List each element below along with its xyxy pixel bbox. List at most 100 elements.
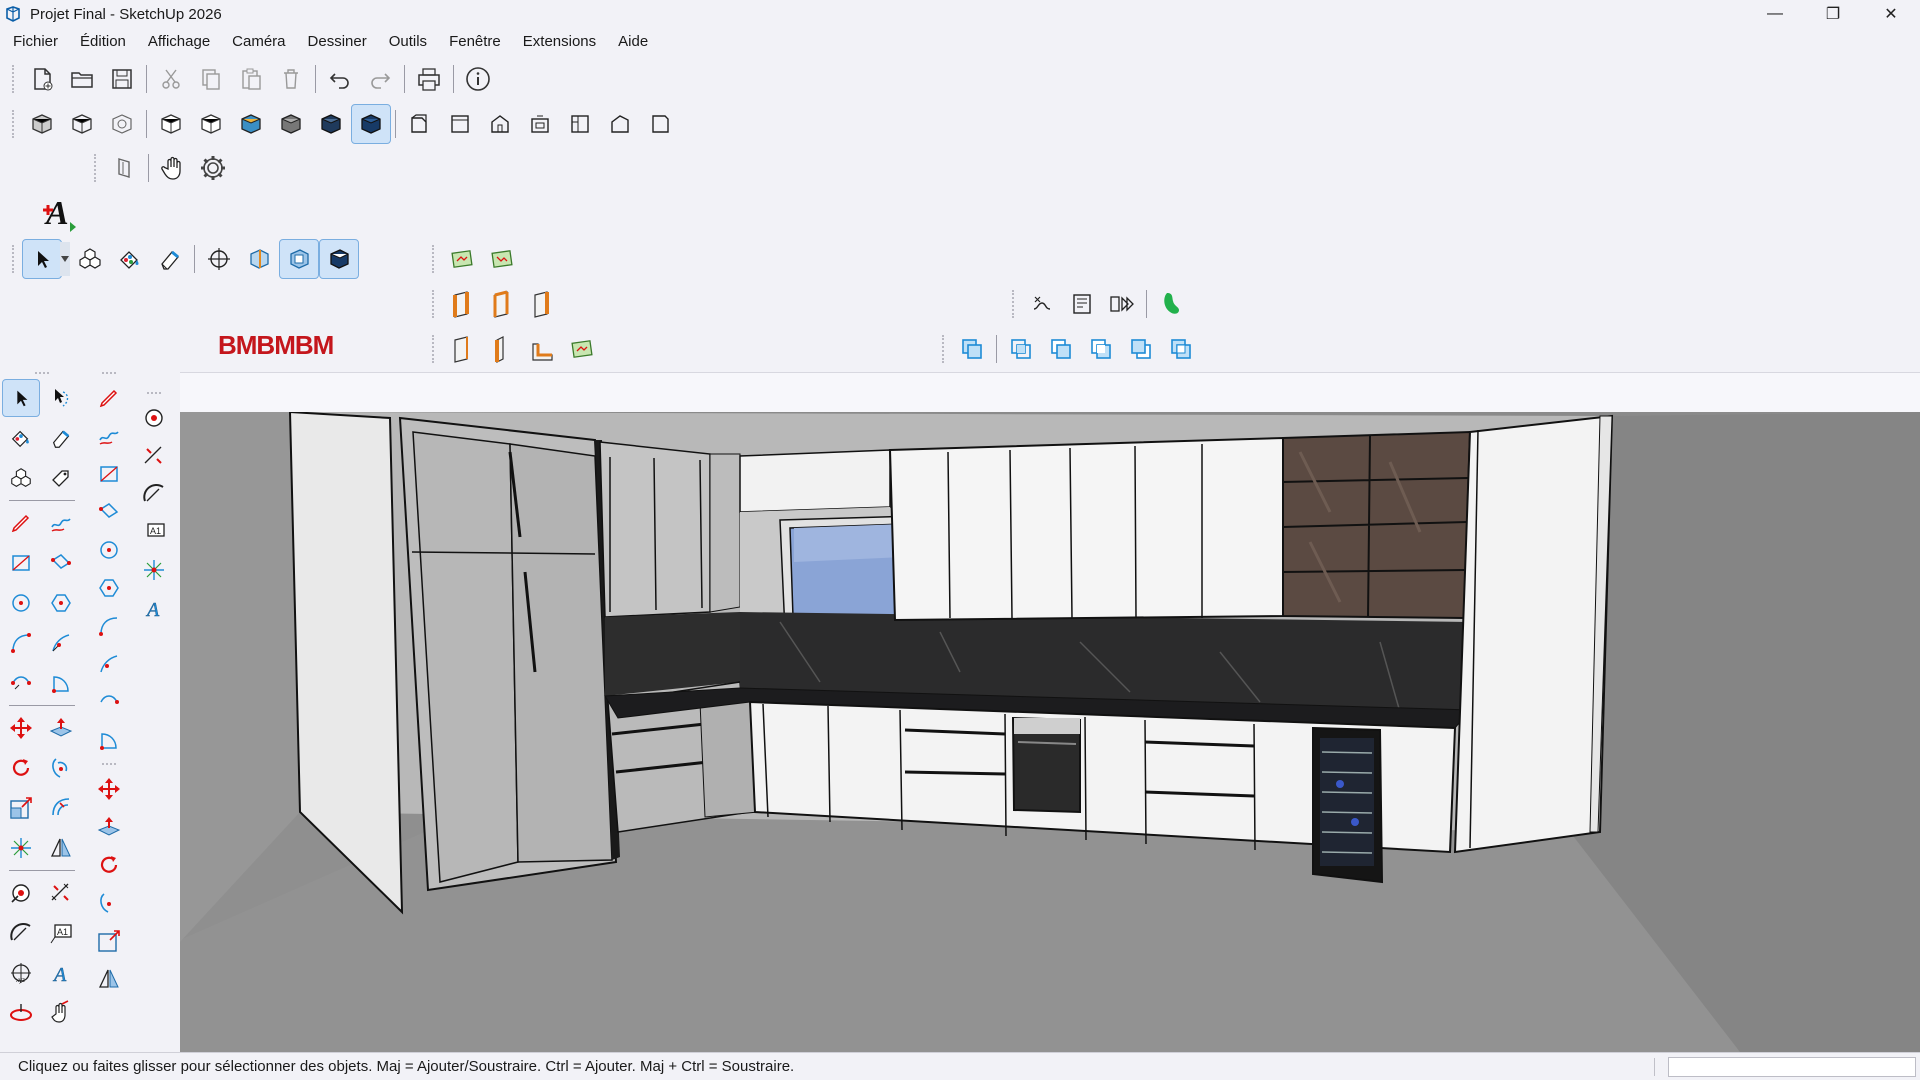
tape-tool-icon[interactable]: [135, 399, 173, 437]
line-tool-icon[interactable]: [90, 379, 128, 417]
bm-plugin-logo[interactable]: BMBMBM: [218, 330, 334, 361]
new-file-icon[interactable]: [22, 59, 62, 99]
palette-grip[interactable]: [102, 763, 116, 766]
rotate-tool-icon[interactable]: [90, 846, 128, 884]
close-button[interactable]: ✕: [1862, 0, 1920, 28]
pan-hand-icon[interactable]: [153, 148, 193, 188]
intersect-icon[interactable]: [1001, 329, 1041, 369]
hidden-line-icon[interactable]: [151, 104, 191, 144]
back-edges-icon[interactable]: [62, 104, 102, 144]
panel-double-icon[interactable]: [482, 284, 522, 324]
menu-fichier[interactable]: Fichier: [0, 33, 67, 50]
left-view-icon[interactable]: [600, 104, 640, 144]
pie-icon[interactable]: [42, 664, 80, 702]
wireframe-style-icon[interactable]: [102, 104, 142, 144]
split-icon[interactable]: [1161, 329, 1201, 369]
toolbar-grip[interactable]: [432, 335, 436, 363]
polygon-tool-icon[interactable]: [90, 569, 128, 607]
toolbar-grip[interactable]: [12, 110, 16, 138]
subtract-icon[interactable]: [1081, 329, 1121, 369]
iso-view-icon[interactable]: [400, 104, 440, 144]
palette-grip[interactable]: [147, 392, 161, 395]
right-view-icon[interactable]: [520, 104, 560, 144]
pie-tool-icon[interactable]: [90, 721, 128, 759]
rotated-rectangle-icon[interactable]: [42, 544, 80, 582]
toolbar-grip[interactable]: [432, 245, 436, 273]
plugin-green-c-icon[interactable]: [562, 329, 602, 369]
menu-extensions[interactable]: Extensions: [510, 33, 605, 50]
toolbar-grip[interactable]: [432, 290, 436, 318]
bottom-view-icon[interactable]: [640, 104, 680, 144]
green-bean-icon[interactable]: [1151, 284, 1191, 324]
polygon-icon[interactable]: [42, 584, 80, 622]
copy-icon[interactable]: [191, 59, 231, 99]
panel-side-icon[interactable]: [442, 329, 482, 369]
lasso-select-icon[interactable]: [42, 379, 80, 417]
two-point-arc-icon[interactable]: [42, 624, 80, 662]
mirror-tool-icon[interactable]: [90, 960, 128, 998]
circle-tool-icon[interactable]: [90, 531, 128, 569]
menu-dessiner[interactable]: Dessiner: [295, 33, 376, 50]
palette-select-icon[interactable]: [2, 379, 40, 417]
model-info-icon[interactable]: [458, 59, 498, 99]
toolbar-grip[interactable]: [942, 335, 946, 363]
measurements-box[interactable]: [1668, 1057, 1916, 1077]
three-point-arc-icon[interactable]: [2, 664, 40, 702]
three-point-arc-tool-icon[interactable]: [90, 683, 128, 721]
palette-grip[interactable]: [102, 372, 116, 375]
panel-right-icon[interactable]: [522, 284, 562, 324]
toolbar-grip[interactable]: [1012, 290, 1016, 318]
axes-icon[interactable]: xyz: [2, 954, 40, 992]
print-icon[interactable]: [409, 59, 449, 99]
3d-text-icon[interactable]: A: [42, 954, 80, 992]
font-extension-icon[interactable]: A: [40, 192, 86, 239]
open-folder-icon[interactable]: [62, 59, 102, 99]
menu-fenetre[interactable]: Fenêtre: [436, 33, 510, 50]
palette-component-icon[interactable]: [2, 459, 40, 497]
make-component-icon[interactable]: [70, 239, 110, 279]
plugin-green-b-icon[interactable]: [482, 239, 522, 279]
walk-icon[interactable]: [42, 994, 80, 1032]
orbit-icon[interactable]: [199, 239, 239, 279]
monochrome-icon[interactable]: [271, 104, 311, 144]
menu-camera[interactable]: Caméra: [219, 33, 294, 50]
scale-icon[interactable]: [2, 789, 40, 827]
undo-icon[interactable]: [320, 59, 360, 99]
arc-icon[interactable]: [2, 624, 40, 662]
move-icon[interactable]: [2, 709, 40, 747]
union-icon[interactable]: [1041, 329, 1081, 369]
panel-edge-icon[interactable]: [482, 329, 522, 369]
menu-outils[interactable]: Outils: [376, 33, 436, 50]
freehand-icon[interactable]: [42, 504, 80, 542]
cut-icon[interactable]: [151, 59, 191, 99]
arc-tool-icon[interactable]: [90, 607, 128, 645]
layout-sheet-icon[interactable]: [1062, 284, 1102, 324]
redo-icon[interactable]: [360, 59, 400, 99]
select-dropdown-icon[interactable]: [60, 242, 70, 276]
menu-edition[interactable]: Édition: [67, 33, 135, 50]
section-plane-icon[interactable]: [104, 148, 144, 188]
active-style-icon[interactable]: [351, 104, 391, 144]
section-cut-icon[interactable]: [239, 239, 279, 279]
panel-l-shape-icon[interactable]: [522, 329, 562, 369]
axes-tool-icon[interactable]: [135, 551, 173, 589]
shaded-textures-icon[interactable]: [231, 104, 271, 144]
move-tool-icon[interactable]: [90, 770, 128, 808]
dimension-icon[interactable]: [42, 874, 80, 912]
rotate-icon[interactable]: [2, 749, 40, 787]
rotated-rect-tool-icon[interactable]: [90, 493, 128, 531]
top-view-icon[interactable]: [440, 104, 480, 144]
text-label-icon[interactable]: A1: [42, 914, 80, 952]
palette-grip[interactable]: [35, 372, 49, 375]
freehand-tool-icon[interactable]: [90, 417, 128, 455]
follow-path-icon[interactable]: [1022, 284, 1062, 324]
toolbar-grip[interactable]: [12, 65, 16, 93]
protractor-tool-icon[interactable]: [135, 475, 173, 513]
scale-tool-icon[interactable]: [90, 922, 128, 960]
pencil-line-icon[interactable]: [2, 504, 40, 542]
shaded-edges-icon[interactable]: [311, 104, 351, 144]
position-camera-icon[interactable]: [2, 994, 40, 1032]
menu-affichage[interactable]: Affichage: [135, 33, 219, 50]
paint-bucket-icon[interactable]: [110, 239, 150, 279]
back-view-icon[interactable]: [560, 104, 600, 144]
